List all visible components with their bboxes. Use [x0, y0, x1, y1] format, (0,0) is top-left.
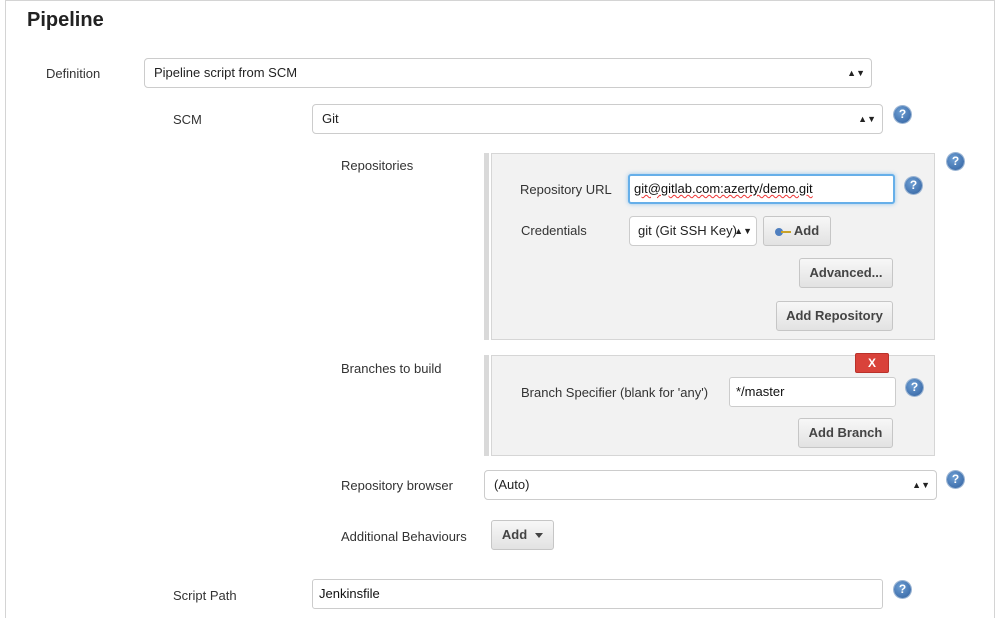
- help-icon[interactable]: ?: [947, 471, 964, 488]
- repository-browser-select[interactable]: (Auto) ▲▼: [484, 470, 937, 500]
- branches-label: Branches to build: [341, 361, 442, 376]
- select-arrows-icon: ▲▼: [734, 226, 752, 236]
- additional-behaviours-label: Additional Behaviours: [341, 529, 467, 544]
- repository-browser-value: (Auto): [494, 477, 530, 492]
- caret-down-icon: [535, 533, 544, 539]
- scm-select-value: Git: [322, 111, 339, 126]
- definition-select[interactable]: Pipeline script from SCM ▲▼: [144, 58, 872, 88]
- script-path-input[interactable]: Jenkinsfile: [312, 579, 883, 609]
- scm-label: SCM: [173, 112, 202, 127]
- help-icon[interactable]: ?: [894, 106, 911, 123]
- branch-specifier-value: */master: [736, 384, 785, 399]
- definition-select-value: Pipeline script from SCM: [154, 65, 298, 80]
- help-icon[interactable]: ?: [906, 379, 923, 396]
- add-behaviour-button[interactable]: Add: [491, 520, 554, 550]
- select-arrows-icon: ▲▼: [912, 480, 930, 490]
- credentials-label: Credentials: [521, 223, 587, 238]
- select-arrows-icon: ▲▼: [847, 68, 865, 78]
- scm-select[interactable]: Git ▲▼: [312, 104, 883, 134]
- credentials-select-value: git (Git SSH Key): [638, 223, 737, 238]
- branches-panel-bar: [484, 355, 489, 456]
- add-behaviour-label: Add: [501, 527, 528, 542]
- add-branch-button[interactable]: Add Branch: [798, 418, 893, 448]
- help-icon[interactable]: ?: [905, 177, 922, 194]
- advanced-button[interactable]: Advanced...: [799, 258, 893, 288]
- delete-branch-button[interactable]: X: [855, 353, 889, 373]
- key-icon: [774, 227, 791, 236]
- credentials-select[interactable]: git (Git SSH Key) ▲▼: [629, 216, 757, 246]
- branch-specifier-input[interactable]: */master: [729, 377, 896, 407]
- repository-url-input[interactable]: git@gitlab.com:azerty/demo.git: [628, 174, 895, 204]
- script-path-label: Script Path: [173, 588, 237, 603]
- branch-specifier-label: Branch Specifier (blank for 'any'): [521, 385, 709, 400]
- script-path-value: Jenkinsfile: [319, 586, 380, 601]
- help-icon[interactable]: ?: [894, 581, 911, 598]
- help-icon[interactable]: ?: [947, 153, 964, 170]
- repositories-label: Repositories: [341, 158, 414, 173]
- repositories-panel-bar: [484, 153, 489, 340]
- add-credentials-label: Add: [793, 223, 820, 238]
- section-title: Pipeline: [27, 9, 104, 31]
- add-repository-button[interactable]: Add Repository: [776, 301, 893, 331]
- add-credentials-button[interactable]: Add: [763, 216, 831, 246]
- repository-browser-label: Repository browser: [341, 478, 453, 493]
- definition-label: Definition: [46, 66, 101, 81]
- repository-url-label: Repository URL: [520, 182, 612, 197]
- repository-url-value: git@gitlab.com:azerty/demo.git: [634, 181, 813, 196]
- select-arrows-icon: ▲▼: [858, 114, 876, 124]
